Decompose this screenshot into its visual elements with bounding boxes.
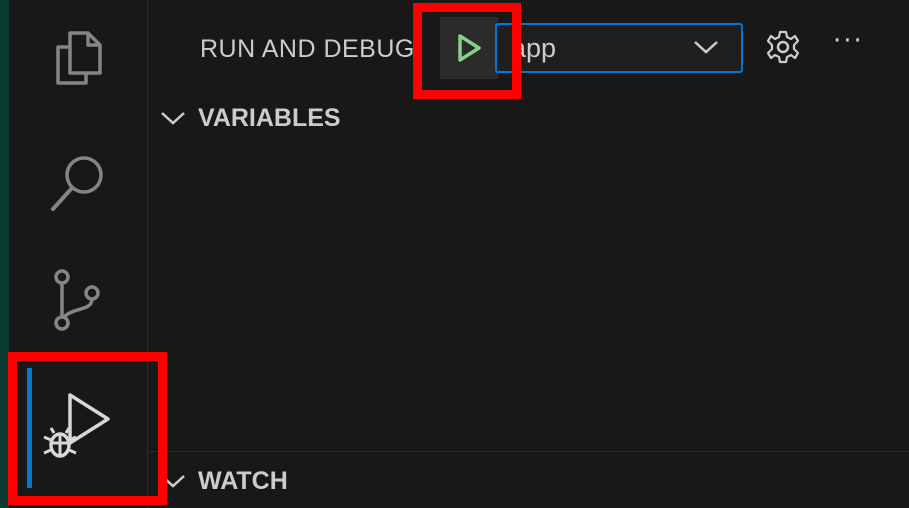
sidebar-title: RUN AND DEBUG — [200, 35, 415, 63]
activity-explorer[interactable] — [9, 0, 147, 110]
source-control-icon — [54, 269, 100, 331]
gear-icon[interactable] — [766, 30, 800, 64]
watch-section-header[interactable]: WATCH — [148, 461, 909, 501]
left-edge-strip — [0, 0, 9, 508]
activity-bar — [9, 0, 148, 508]
more-actions-icon[interactable]: ··· — [833, 26, 864, 56]
watch-section-label: WATCH — [198, 466, 288, 495]
variables-section-header[interactable]: VARIABLES — [148, 98, 909, 138]
chevron-down-icon — [694, 41, 718, 54]
start-debugging-button[interactable] — [440, 17, 498, 79]
launch-config-select[interactable]: app — [495, 23, 743, 73]
chevron-down-icon — [161, 112, 185, 125]
search-icon — [51, 156, 103, 211]
explorer-files-icon — [56, 31, 102, 85]
section-divider — [148, 451, 909, 452]
run-and-debug-sidebar: RUN AND DEBUG app ··· VARIABLES WATCH — [148, 0, 909, 508]
play-icon — [458, 34, 481, 62]
launch-config-value: app — [511, 33, 557, 63]
variables-section-label: VARIABLES — [198, 103, 341, 132]
activity-source-control[interactable] — [9, 245, 147, 355]
active-item-indicator — [27, 368, 32, 488]
chevron-down-icon — [161, 475, 185, 488]
activity-search[interactable] — [9, 128, 147, 238]
run-and-debug-icon — [43, 393, 110, 458]
